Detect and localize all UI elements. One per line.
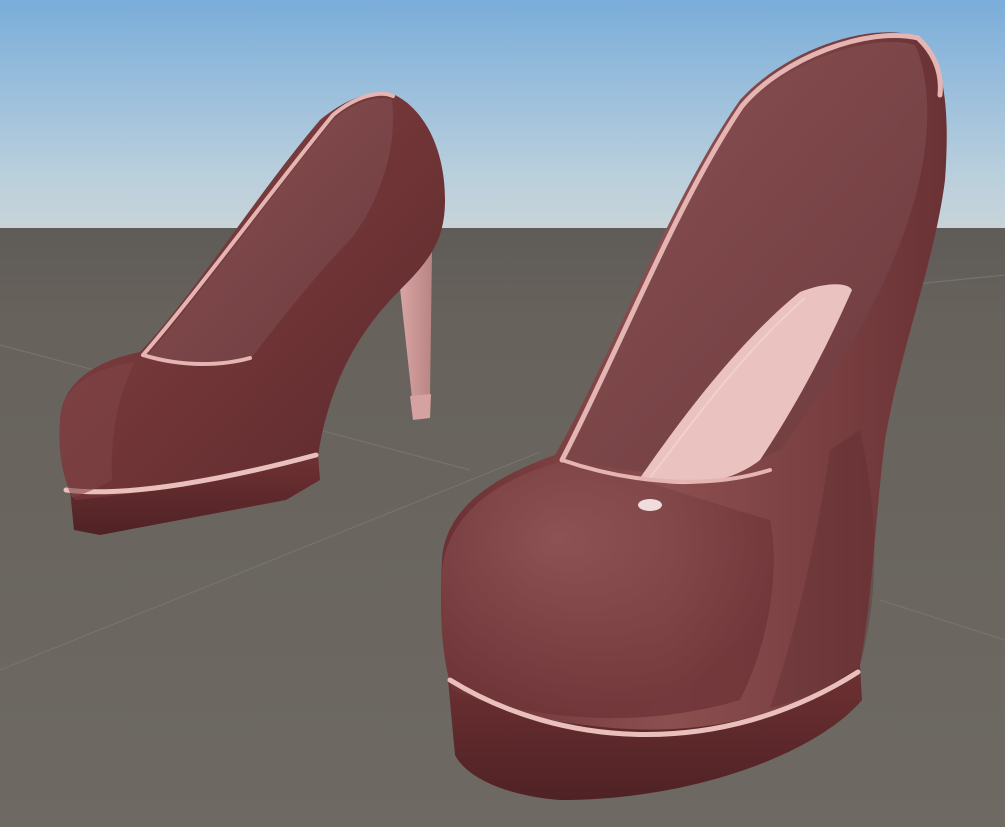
3d-viewport[interactable]: [0, 0, 1005, 827]
right-shoe-specular: [638, 499, 662, 511]
scene-canvas: [0, 0, 1005, 827]
